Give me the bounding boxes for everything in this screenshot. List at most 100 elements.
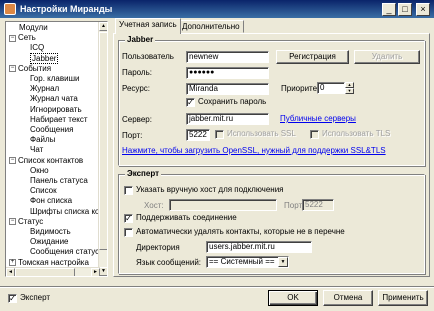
tree-item[interactable]: Чат — [30, 145, 43, 155]
scroll-up-icon[interactable]: ▲ — [99, 22, 107, 31]
tree-item-label: Шрифты списка ко — [30, 206, 100, 216]
tree-item[interactable]: Игнорировать — [30, 105, 82, 115]
priority-input[interactable]: 0 — [317, 82, 345, 94]
scroll-down-icon[interactable]: ▼ — [99, 267, 107, 276]
tree-horizontal-scrollbar[interactable]: ◄ ► — [6, 267, 100, 276]
tree-item-label: Видимость — [30, 227, 71, 236]
server-label: Сервер: — [122, 115, 152, 124]
tab-account[interactable]: Учетная запись — [115, 18, 181, 34]
user-input[interactable]: newnew — [186, 51, 269, 63]
tree-item-label: Журнал — [30, 84, 60, 94]
server-input[interactable]: jabber.mit.ru — [186, 113, 269, 125]
tree-item[interactable]: Сообщения — [30, 125, 73, 135]
tree-item[interactable]: Сообщения статус — [30, 247, 99, 257]
tree-item[interactable]: Jabber — [30, 52, 59, 64]
minimize-icon[interactable]: _ — [382, 2, 396, 16]
tree-item-label: Сеть — [18, 33, 36, 43]
scroll-right-icon[interactable]: ► — [91, 268, 100, 276]
save-password-label: Сохранить пароль — [198, 97, 267, 106]
tree-item[interactable]: Гор. клавиши — [30, 74, 79, 84]
spin-down-icon[interactable]: ▼ — [345, 88, 354, 94]
public-servers-link[interactable]: Публичные серверы — [280, 114, 356, 124]
expand-icon[interactable]: + — [9, 258, 16, 266]
tree-item[interactable]: Модули — [19, 23, 48, 33]
expert-checkbox[interactable]: ✓ — [8, 294, 17, 303]
resource-label: Ресурс: — [122, 84, 151, 93]
save-password-checkbox[interactable]: ✓ — [186, 98, 195, 107]
tree-item-label: Игнорировать — [30, 104, 82, 114]
jabber-group-title: Jabber — [125, 35, 156, 44]
manual-host-checkbox[interactable] — [124, 186, 133, 195]
title-bar: Настройки Миранды _ □ × — [0, 0, 434, 18]
tree-item-label: Гор. клавиши — [30, 74, 80, 83]
openssl-link[interactable]: Нажмите, чтобы загрузить OpenSSL, нужный… — [122, 146, 386, 156]
tree-item[interactable]: − Сеть — [9, 33, 36, 43]
tree-item-label: Jabber — [30, 52, 59, 64]
tree-item-label: Список контактов — [18, 155, 84, 165]
maximize-icon[interactable]: □ — [398, 2, 412, 16]
close-icon[interactable]: × — [416, 2, 430, 16]
port-label: Порт: — [122, 131, 143, 140]
ok-button[interactable]: OK — [268, 290, 318, 306]
tree-item-label: Список — [30, 186, 57, 196]
cancel-button[interactable]: Отмена — [323, 290, 373, 306]
delete-button[interactable]: Удалить — [354, 50, 420, 64]
lang-select[interactable]: == Системный == ▼ — [206, 256, 289, 268]
host-input[interactable] — [169, 199, 277, 211]
tree-item-label: Журнал чата — [30, 94, 78, 104]
tree-item-label: Сообщения — [30, 125, 74, 134]
tree-item[interactable]: − События — [9, 64, 51, 74]
app-icon — [4, 3, 16, 15]
tree-item-label: Набирает текст — [30, 114, 88, 124]
hscroll-thumb[interactable] — [15, 268, 75, 276]
tree-list: Модули − Сеть ICQ Jabber − События Гор. клавиши… — [6, 22, 100, 276]
tree-vertical-scrollbar[interactable]: ▲ ▼ — [98, 22, 107, 276]
scroll-left-icon[interactable]: ◄ — [6, 268, 15, 276]
register-button[interactable]: Регистрация — [276, 50, 349, 64]
tree-item[interactable]: Фон списка — [30, 196, 72, 206]
expert-label: Эксперт — [20, 293, 51, 302]
auto-delete-label: Автоматически удалять контакты, которые … — [136, 227, 345, 236]
tree-item-label: Панель статуса — [30, 176, 88, 185]
tree-item[interactable]: − Статус — [9, 217, 43, 227]
options-tree[interactable]: Модули − Сеть ICQ Jabber − События Гор. клавиши… — [5, 21, 108, 277]
tab-advanced[interactable]: Дополнительно — [178, 20, 244, 33]
tree-item[interactable]: − Список контактов — [9, 156, 83, 166]
host-label: Хост: — [144, 201, 164, 210]
collapse-icon[interactable]: − — [9, 34, 16, 42]
scroll-thumb[interactable] — [99, 32, 107, 250]
use-tls-checkbox[interactable] — [310, 130, 319, 139]
use-ssl-label: Использовать SSL — [227, 129, 296, 138]
tree-item[interactable]: Журнал чата — [30, 94, 78, 104]
collapse-icon[interactable]: − — [9, 156, 16, 164]
directory-input[interactable]: users.jabber.mit.ru — [206, 241, 312, 253]
tree-item[interactable]: Видимость — [30, 227, 71, 237]
tree-item[interactable]: Список — [30, 186, 57, 196]
tree-item[interactable]: Ожидание — [30, 237, 69, 247]
tree-item[interactable]: Набирает текст — [30, 115, 88, 125]
apply-button[interactable]: Применить — [378, 290, 428, 306]
directory-label: Директория — [136, 243, 180, 252]
chevron-down-icon[interactable]: ▼ — [278, 257, 288, 267]
port-input[interactable]: 5222 — [186, 129, 210, 141]
priority-spinner[interactable]: ▲ ▼ — [345, 82, 354, 94]
auto-delete-checkbox[interactable] — [124, 228, 133, 237]
tree-item[interactable]: Панель статуса — [30, 176, 88, 186]
host-port-input[interactable]: 5222 — [302, 199, 334, 211]
tree-item[interactable]: ICQ — [30, 43, 44, 53]
collapse-icon[interactable]: − — [9, 65, 16, 73]
tree-item[interactable]: Шрифты списка ко — [30, 207, 99, 217]
tree-item-label: Фон списка — [30, 196, 73, 206]
password-input[interactable]: ●●●●●● — [186, 67, 269, 79]
keepalive-checkbox[interactable]: ✓ — [124, 214, 133, 223]
expert-group-title: Эксперт — [125, 169, 162, 178]
tree-item[interactable]: Окно — [30, 166, 49, 176]
tree-item[interactable]: Файлы — [30, 135, 55, 145]
tree-item-label: Статус — [18, 216, 44, 226]
collapse-icon[interactable]: − — [9, 218, 16, 226]
tree-item-label: Томская настройка — [18, 257, 89, 267]
resource-input[interactable]: Miranda — [186, 83, 269, 95]
keepalive-label: Поддерживать соединение — [136, 213, 237, 222]
tree-item[interactable]: Журнал — [30, 84, 59, 94]
use-ssl-checkbox[interactable] — [215, 130, 224, 139]
